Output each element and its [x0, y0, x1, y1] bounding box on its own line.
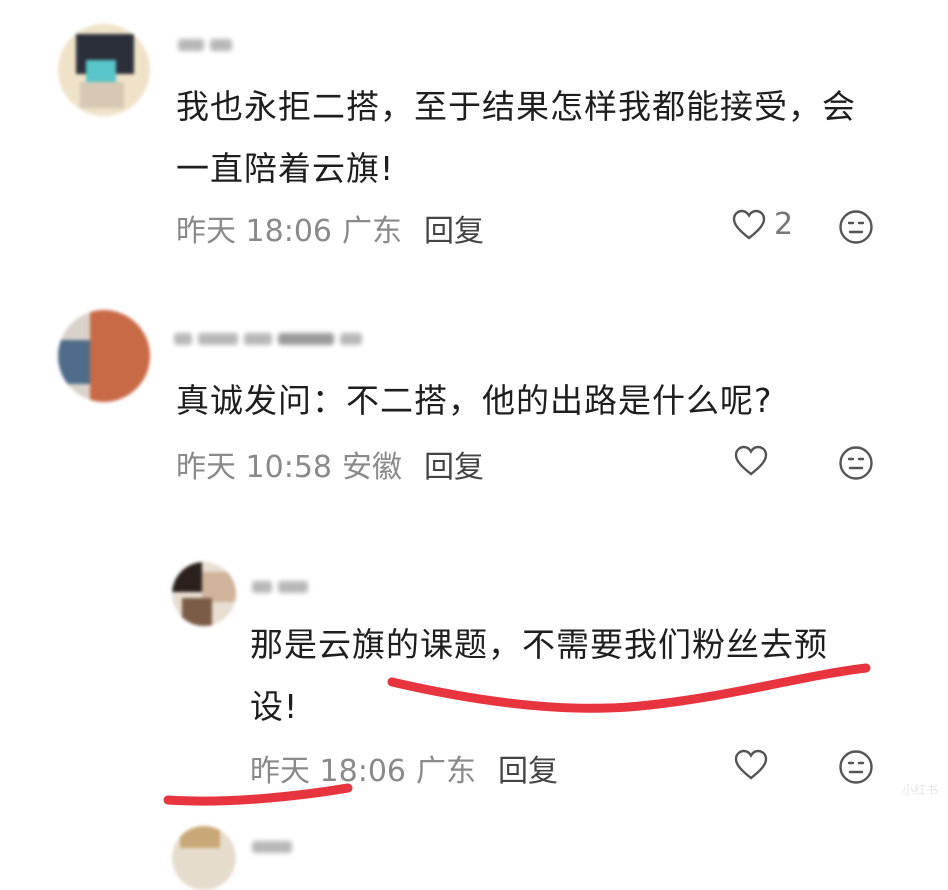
- username[interactable]: [252, 834, 292, 860]
- username[interactable]: [252, 574, 308, 600]
- comment-text: 真诚发问：不二搭，他的出路是什么呢?: [176, 370, 773, 432]
- emoji-reaction-icon[interactable]: [838, 209, 874, 245]
- like-button[interactable]: [734, 445, 776, 477]
- comment-location: 广东: [342, 214, 402, 249]
- reply-button[interactable]: 回复: [424, 206, 484, 250]
- comment-text-line: 那是云旗的课题，不需要我们粉丝去预: [250, 625, 828, 664]
- avatar[interactable]: [58, 310, 150, 402]
- comment-location: 安徽: [342, 450, 402, 485]
- comment-time: 昨天 18:06: [250, 754, 406, 789]
- avatar[interactable]: [172, 826, 236, 890]
- reply-button[interactable]: 回复: [424, 442, 484, 486]
- reply-button[interactable]: 回复: [498, 746, 558, 790]
- avatar[interactable]: [172, 562, 236, 626]
- comment-meta: 昨天 18:06 广东 回复: [250, 746, 558, 790]
- comment-text-line: 我也永拒二搭，至于结果怎样我都能接受，会: [176, 87, 856, 126]
- comment-meta: 昨天 10:58 安徽 回复: [176, 442, 484, 486]
- comment-text-line: 真诚发问：不二搭，他的出路是什么呢?: [176, 381, 773, 420]
- emoji-reaction-icon[interactable]: [838, 445, 874, 481]
- emoji-reaction-icon[interactable]: [838, 749, 874, 785]
- reply-comment-item: [0, 820, 948, 890]
- comment-meta: 昨天 18:06 广东 回复: [176, 206, 484, 250]
- like-button[interactable]: 2: [732, 207, 793, 242]
- avatar[interactable]: [58, 24, 150, 116]
- username[interactable]: [174, 326, 362, 352]
- heart-icon: [734, 749, 768, 781]
- comment-time: 昨天 10:58: [176, 450, 332, 485]
- heart-icon: [734, 445, 768, 477]
- username[interactable]: [178, 32, 232, 58]
- comment-time: 昨天 18:06: [176, 214, 332, 249]
- comment-text: 那是云旗的课题，不需要我们粉丝去预 设!: [250, 614, 828, 738]
- like-count: 2: [774, 207, 794, 242]
- comment-item: 我也永拒二搭，至于结果怎样我都能接受，会 一直陪着云旗! 昨天 18:06 广东…: [0, 0, 948, 290]
- comment-text-line: 设!: [250, 687, 299, 726]
- comment-text-line: 一直陪着云旗!: [176, 149, 395, 188]
- comment-item: 真诚发问：不二搭，他的出路是什么呢? 昨天 10:58 安徽 回复: [0, 290, 948, 530]
- comment-location: 广东: [416, 754, 476, 789]
- reply-comment-item: 那是云旗的课题，不需要我们粉丝去预 设! 昨天 18:06 广东 回复: [0, 530, 948, 820]
- watermark: 小红书: [901, 783, 938, 797]
- comment-text: 我也永拒二搭，至于结果怎样我都能接受，会 一直陪着云旗!: [176, 76, 856, 200]
- heart-icon: [732, 209, 766, 241]
- like-button[interactable]: [734, 749, 776, 781]
